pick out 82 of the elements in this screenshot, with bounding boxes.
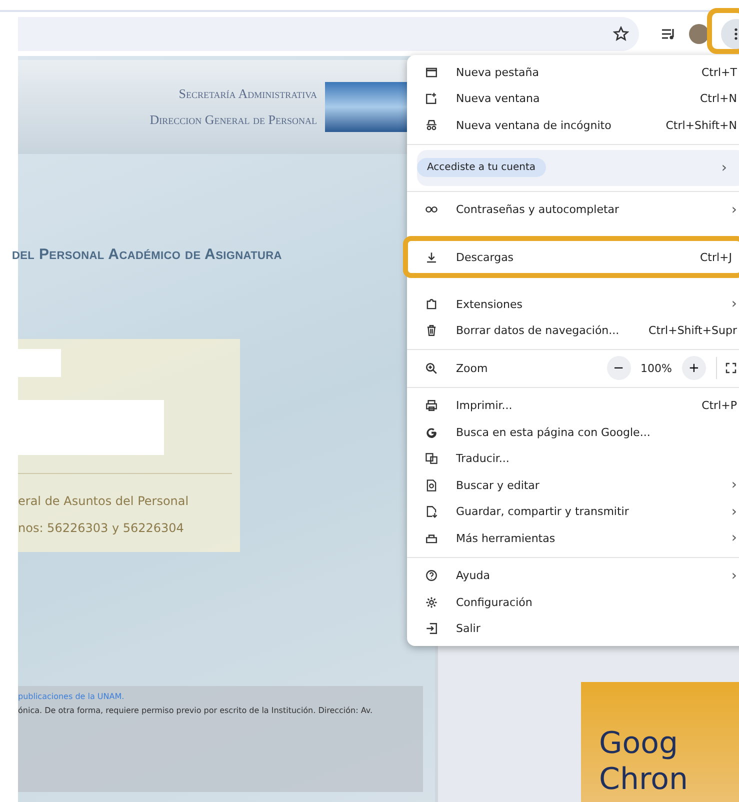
menu-item[interactable]: Contraseñas y autocompletar ›: [407, 196, 739, 223]
shortcut-text: Ctrl+N: [700, 92, 737, 106]
menu-label: Configuración: [456, 596, 532, 609]
more-icon: [734, 27, 738, 41]
menu-label: Ayuda: [456, 569, 490, 582]
menu-label: Imprimir...: [456, 399, 512, 412]
menu-item[interactable]: Nueva pestaña Ctrl+T: [407, 59, 739, 86]
menu-item[interactable]: Salir: [407, 616, 739, 642]
menu-label: Extensiones: [456, 298, 522, 311]
menu-label: Descargas: [456, 250, 514, 264]
document-download-icon: [425, 505, 438, 518]
panel-text: nos: 56226303 y 56226304: [18, 520, 185, 537]
shortcut-text: Ctrl+Shift+Supr: [648, 324, 737, 338]
menu-item[interactable]: Configuración: [407, 589, 739, 616]
account-chip[interactable]: Accediste a tu cuenta: [417, 158, 546, 177]
menu-item[interactable]: Nueva ventana Ctrl+N: [407, 86, 739, 112]
menu-label: Nueva ventana de incógnito: [456, 118, 612, 132]
menu-label: Borrar datos de navegación...: [456, 324, 620, 338]
zoom-out-button[interactable]: −: [606, 356, 631, 380]
menu-item[interactable]: Más herramientas ›: [407, 525, 739, 552]
zoom-icon: [425, 362, 438, 375]
g-letter-icon: [425, 426, 438, 439]
trash-icon: [425, 324, 438, 338]
menu-label: Busca en esta página con Google...: [456, 426, 650, 439]
shortcut-text: Ctrl+Shift+N: [666, 118, 737, 132]
avatar[interactable]: [689, 24, 709, 44]
exit-icon: [425, 622, 438, 636]
menu-label: Buscar y editar: [456, 478, 540, 492]
menu-item[interactable]: Traducir...: [407, 446, 739, 472]
menu-label: Nueva pestaña: [456, 66, 539, 79]
fullscreen-icon[interactable]: [725, 362, 737, 374]
header-text: Secretaría Administrativa: [178, 85, 317, 103]
new-window-icon: [425, 92, 438, 106]
header-text: Direccion General de Personal: [150, 111, 317, 129]
printer-icon: [425, 399, 438, 412]
account-row[interactable]: Accediste a tu cuenta ›: [417, 150, 739, 186]
menu-item[interactable]: Nueva ventana de incógnito Ctrl+Shift+N: [407, 112, 739, 138]
tab-icon: [425, 66, 438, 79]
chevron-icon: ›: [731, 296, 737, 312]
menu-item[interactable]: Extensiones ›: [407, 291, 739, 318]
menu-item[interactable]: Descargas Ctrl+J: [403, 236, 739, 278]
menu-label: Contraseñas y autocompletar: [456, 203, 620, 216]
chevron-icon: ›: [731, 504, 737, 520]
menu-label: Guardar, compartir y transmitir: [456, 505, 629, 518]
highlight-frame: [707, 8, 739, 54]
menu-item[interactable]: Buscar y editar ›: [407, 472, 739, 498]
chevron-icon: ›: [731, 568, 737, 584]
menu-label: Nueva ventana: [456, 92, 540, 106]
page-title: del Personal Académico de Asignatura: [12, 246, 282, 263]
toolbox-icon: [425, 532, 438, 545]
panel-text: eral de Asuntos del Personal: [18, 493, 190, 510]
zoom-value: 100%: [640, 362, 672, 375]
puzzle-icon: [425, 298, 438, 311]
menu-item[interactable]: Borrar datos de navegación... Ctrl+Shift+Supr: [407, 318, 739, 344]
promo-text: Goog: [599, 726, 679, 762]
footer-text: ónica. De otra forma, requiere permiso previo por escrito de la Institución. Dirección: Av.: [18, 706, 374, 715]
help-icon: [425, 569, 438, 582]
menu-label: Más herramientas: [456, 532, 556, 545]
download-icon: [425, 250, 438, 264]
chevron-icon: ›: [731, 530, 737, 546]
settings-icon: [425, 596, 438, 609]
menu-item[interactable]: Busca en esta página con Google...: [407, 419, 739, 446]
shortcut-text: Ctrl+T: [701, 66, 737, 79]
chevron-icon: ›: [731, 477, 737, 494]
incognito-icon: [425, 118, 438, 132]
menu-item[interactable]: Guardar, compartir y transmitir ›: [407, 498, 739, 525]
shortcut-text: Ctrl+P: [702, 399, 737, 412]
menu-label: Traducir...: [456, 452, 510, 466]
playlist-icon[interactable]: [661, 26, 677, 42]
blank-field: [18, 349, 61, 377]
promo-text: Chron: [599, 762, 690, 798]
chevron-icon: ›: [721, 160, 727, 176]
chevron-icon: ›: [731, 202, 737, 218]
document-search-icon: [425, 478, 438, 492]
star-icon[interactable]: [613, 26, 629, 42]
menu-label: Salir: [456, 622, 480, 636]
menu-label: Zoom: [456, 362, 488, 375]
zoom-in-button[interactable]: +: [682, 356, 706, 380]
translate-icon: [425, 452, 438, 466]
menu-item[interactable]: Imprimir... Ctrl+P: [407, 392, 739, 419]
shortcut-text: Ctrl+J: [700, 250, 732, 264]
menu-item[interactable]: Ayuda ›: [407, 562, 739, 589]
